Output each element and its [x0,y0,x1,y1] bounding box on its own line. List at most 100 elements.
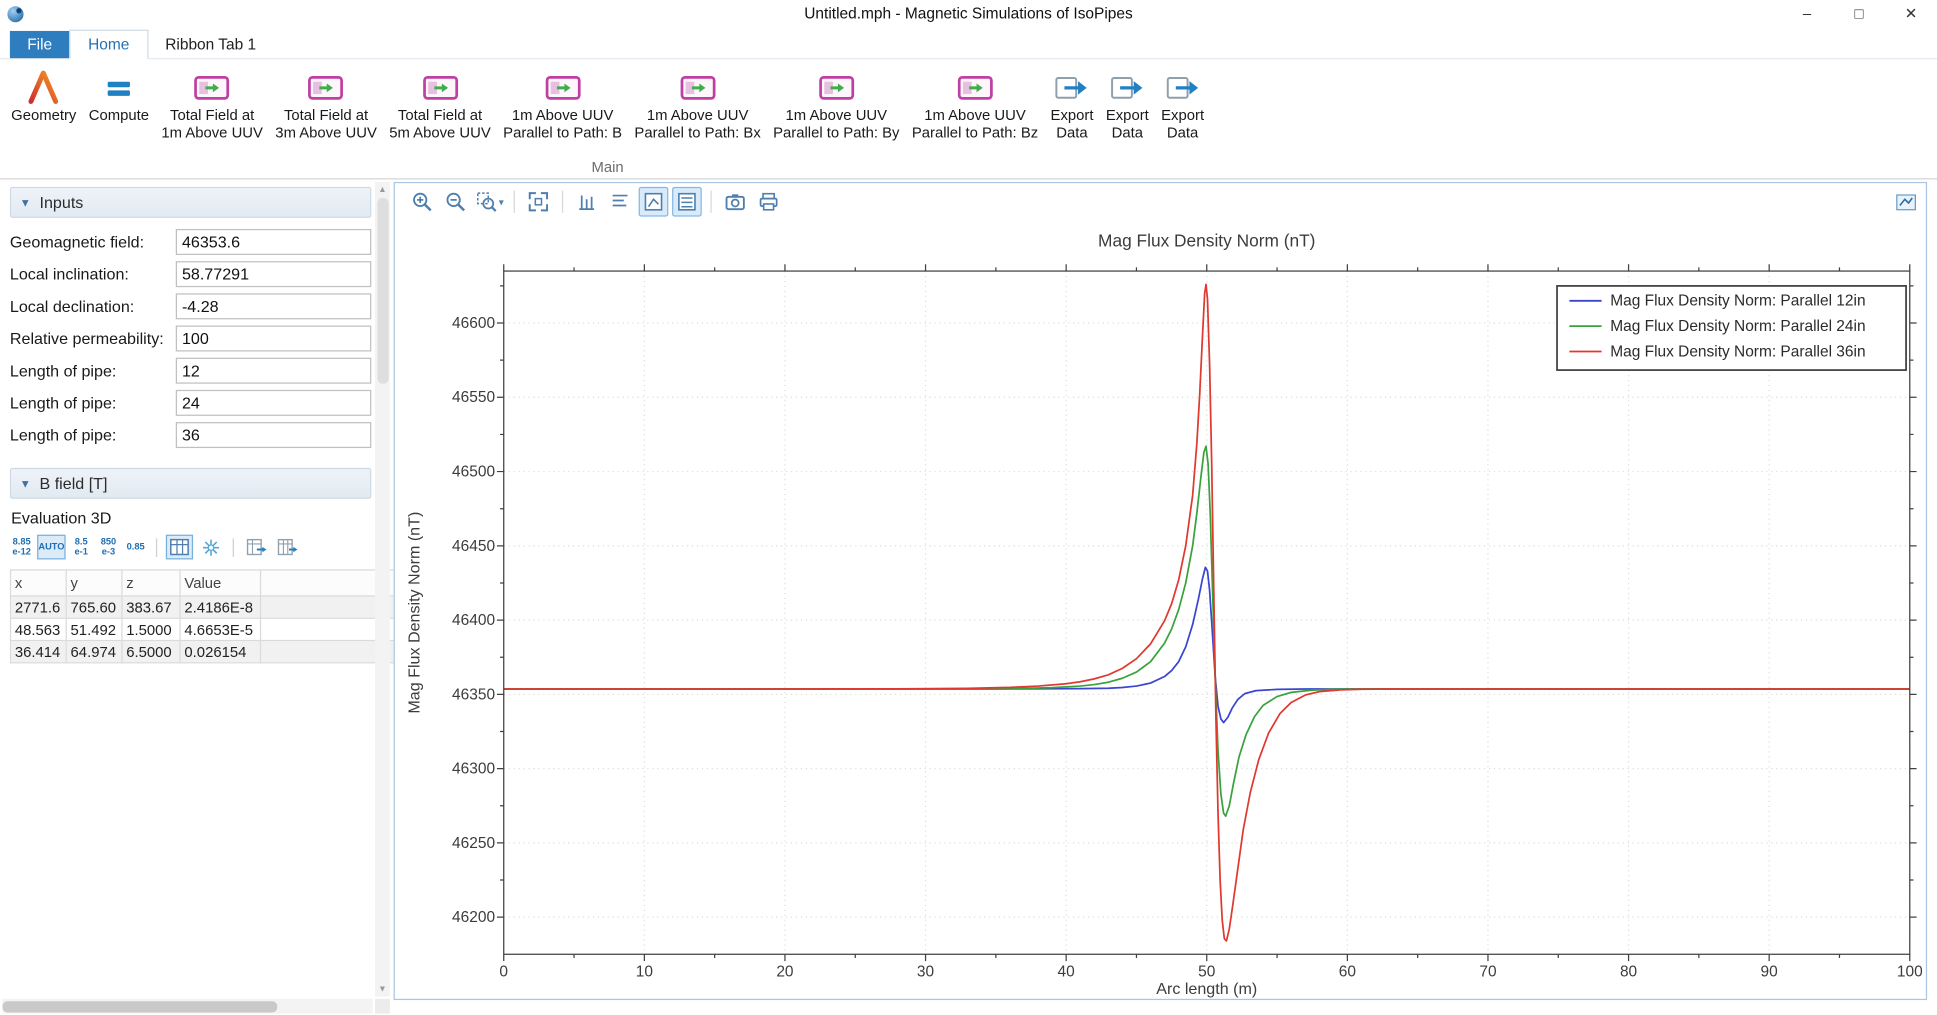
y-tick-label: 46300 [452,761,495,778]
ribbon-button-label: ExportData [1161,108,1204,141]
ribbon-button-export-data-10[interactable]: ExportData [1100,66,1155,144]
zoom-in-icon[interactable] [407,187,437,217]
ribbon-button-geometry-0[interactable]: Geometry [5,66,83,127]
table-cell: 4.6653E-5 [180,618,260,640]
x-tick-label: 80 [1620,964,1637,981]
window-plot-icon[interactable] [639,187,669,217]
graphics-panel: ▾ 01020304050607080901004620046250463004… [394,182,1928,1000]
zoom-out-icon[interactable] [441,187,471,217]
chart[interactable]: 0102030405060708090100462004625046300463… [395,220,1926,999]
plot-icon [308,68,345,108]
tab-ribbon-tab-1[interactable]: Ribbon Tab 1 [148,31,274,58]
ribbon-button-total-field-at-1m-above-uuv-2[interactable]: Total Field at1m Above UUV [155,66,269,144]
y-tick-label: 46550 [452,389,495,406]
print-icon[interactable] [754,187,784,217]
unit-chip-auto[interactable]: AUTO [37,535,66,560]
input-relative-permeability-3[interactable] [176,325,372,351]
ribbon-button-1m-above-uuv-parallel-to-path-bz-8[interactable]: 1m Above UUVParallel to Path: Bz [906,66,1045,144]
collapse-triangle-icon[interactable]: ▼ [20,196,31,208]
horizontal-scroll-thumb[interactable] [2,1001,277,1012]
vertical-lines-icon[interactable] [572,187,602,217]
export-table-icon[interactable] [274,535,301,560]
copy-table-icon[interactable] [243,535,270,560]
input-geomagnetic-field-0[interactable] [176,228,372,254]
plot-icon [679,68,716,108]
ribbon-button-label: Compute [89,108,149,125]
ribbon-button-export-data-9[interactable]: ExportData [1044,66,1099,144]
table-cell [261,618,416,640]
ribbon-button-label: Geometry [11,108,76,125]
maximize-button[interactable]: □ [1833,0,1885,27]
plot-settings-icon[interactable] [1896,194,1916,216]
ribbon-button-total-field-at-5m-above-uuv-4[interactable]: Total Field at5m Above UUV [383,66,497,144]
ribbon-button-compute-1[interactable]: Compute [83,66,156,127]
x-tick-label: 60 [1339,964,1356,981]
vertical-scrollbar[interactable]: ▲ ▼ [375,182,390,996]
horizontal-lines-icon[interactable] [605,187,635,217]
unit-chip-8-5-e-1[interactable]: 8.5e-1 [69,535,93,560]
plot-icon [818,68,855,108]
x-tick-label: 70 [1479,964,1496,981]
y-axis-label: Mag Flux Density Norm (nT) [406,512,424,714]
table-row[interactable]: 2771.6765.60383.672.4186E-8 [11,596,416,618]
close-button[interactable]: ✕ [1885,0,1937,27]
ribbon-button-label: Total Field at1m Above UUV [161,108,263,141]
plot-icon [421,68,458,108]
ribbon-button-label: ExportData [1051,108,1094,141]
unit-chip-8-85-e-12[interactable]: 8.85e-12 [10,535,34,560]
ribbon-button-1m-above-uuv-parallel-to-path-by-7[interactable]: 1m Above UUVParallel to Path: By [767,66,906,144]
input-field-label: Relative permeability: [10,329,176,348]
ribbon-buttons: Geometry Compute Total Field at1m Above UU… [5,59,1210,143]
collapse-triangle-icon[interactable]: ▼ [20,477,31,489]
bfield-section-title: B field [T] [40,474,108,493]
scroll-down-icon[interactable]: ▼ [375,981,390,996]
ribbon-button-export-data-11[interactable]: ExportData [1155,66,1210,144]
sun-icon[interactable] [197,535,224,560]
unit-chip-0-85[interactable]: 0.85 [124,535,148,560]
input-length-of-pipe-6[interactable] [176,421,372,447]
zoom-extents-icon[interactable] [524,187,554,217]
table-cell: 1.5000 [122,618,180,640]
input-length-of-pipe-5[interactable] [176,389,372,415]
ribbon-button-1m-above-uuv-parallel-to-path-bx-6[interactable]: 1m Above UUVParallel to Path: Bx [628,66,767,144]
ribbon-button-total-field-at-3m-above-uuv-3[interactable]: Total Field at3m Above UUV [269,66,383,144]
table-cell: 2771.6 [11,596,67,618]
tab-file[interactable]: File [10,31,70,58]
input-length-of-pipe-4[interactable] [176,357,372,383]
input-field-label: Length of pipe: [10,361,176,380]
zoom-box-icon[interactable]: ▾ [474,187,505,217]
bfield-section-header[interactable]: ▼ B field [T] [10,468,371,499]
vertical-scroll-thumb[interactable] [377,198,388,384]
column-header-filler [261,570,416,596]
input-local-inclination-1[interactable] [176,261,372,287]
unit-chip-850-e-3[interactable]: 850e-3 [97,535,121,560]
horizontal-scrollbar[interactable] [2,999,372,1014]
tab-home[interactable]: Home [70,30,148,60]
input-field-label: Length of pipe: [10,425,176,444]
y-tick-label: 46450 [452,538,495,555]
table-header-row: xyzValue [11,570,416,596]
table-display-icon[interactable] [166,535,193,560]
table-row[interactable]: 36.41464.9746.50000.026154 [11,641,416,663]
table-cell: 36.414 [11,641,67,663]
inputs-section-header[interactable]: ▼ Inputs [10,187,371,218]
window-table-icon[interactable] [672,187,702,217]
ribbon-button-label: Total Field at3m Above UUV [275,108,377,141]
scroll-up-icon[interactable]: ▲ [375,182,390,197]
series-mag-flux-density-norm-parallel-12in [504,567,1910,722]
plot-icon [194,68,231,108]
table-cell: 765.60 [66,596,122,618]
evaluation-toolbar: 8.85e-12AUTO8.5e-1850e-30.85 [10,535,371,560]
toolbar-separator [233,538,234,557]
minimize-button[interactable]: – [1781,0,1833,27]
dropdown-caret-icon[interactable]: ▾ [499,196,504,207]
input-local-declination-2[interactable] [176,293,372,319]
x-axis-label: Arc length (m) [1156,980,1257,998]
y-tick-label: 46600 [452,315,495,332]
input-field-row: Local declination: [10,290,371,322]
snapshot-icon[interactable] [720,187,750,217]
column-header-z: z [122,570,180,596]
table-row[interactable]: 48.56351.4921.50004.6653E-5 [11,618,416,640]
ribbon-button-1m-above-uuv-parallel-to-path-b-5[interactable]: 1m Above UUVParallel to Path: B [497,66,628,144]
table-cell: 48.563 [11,618,67,640]
